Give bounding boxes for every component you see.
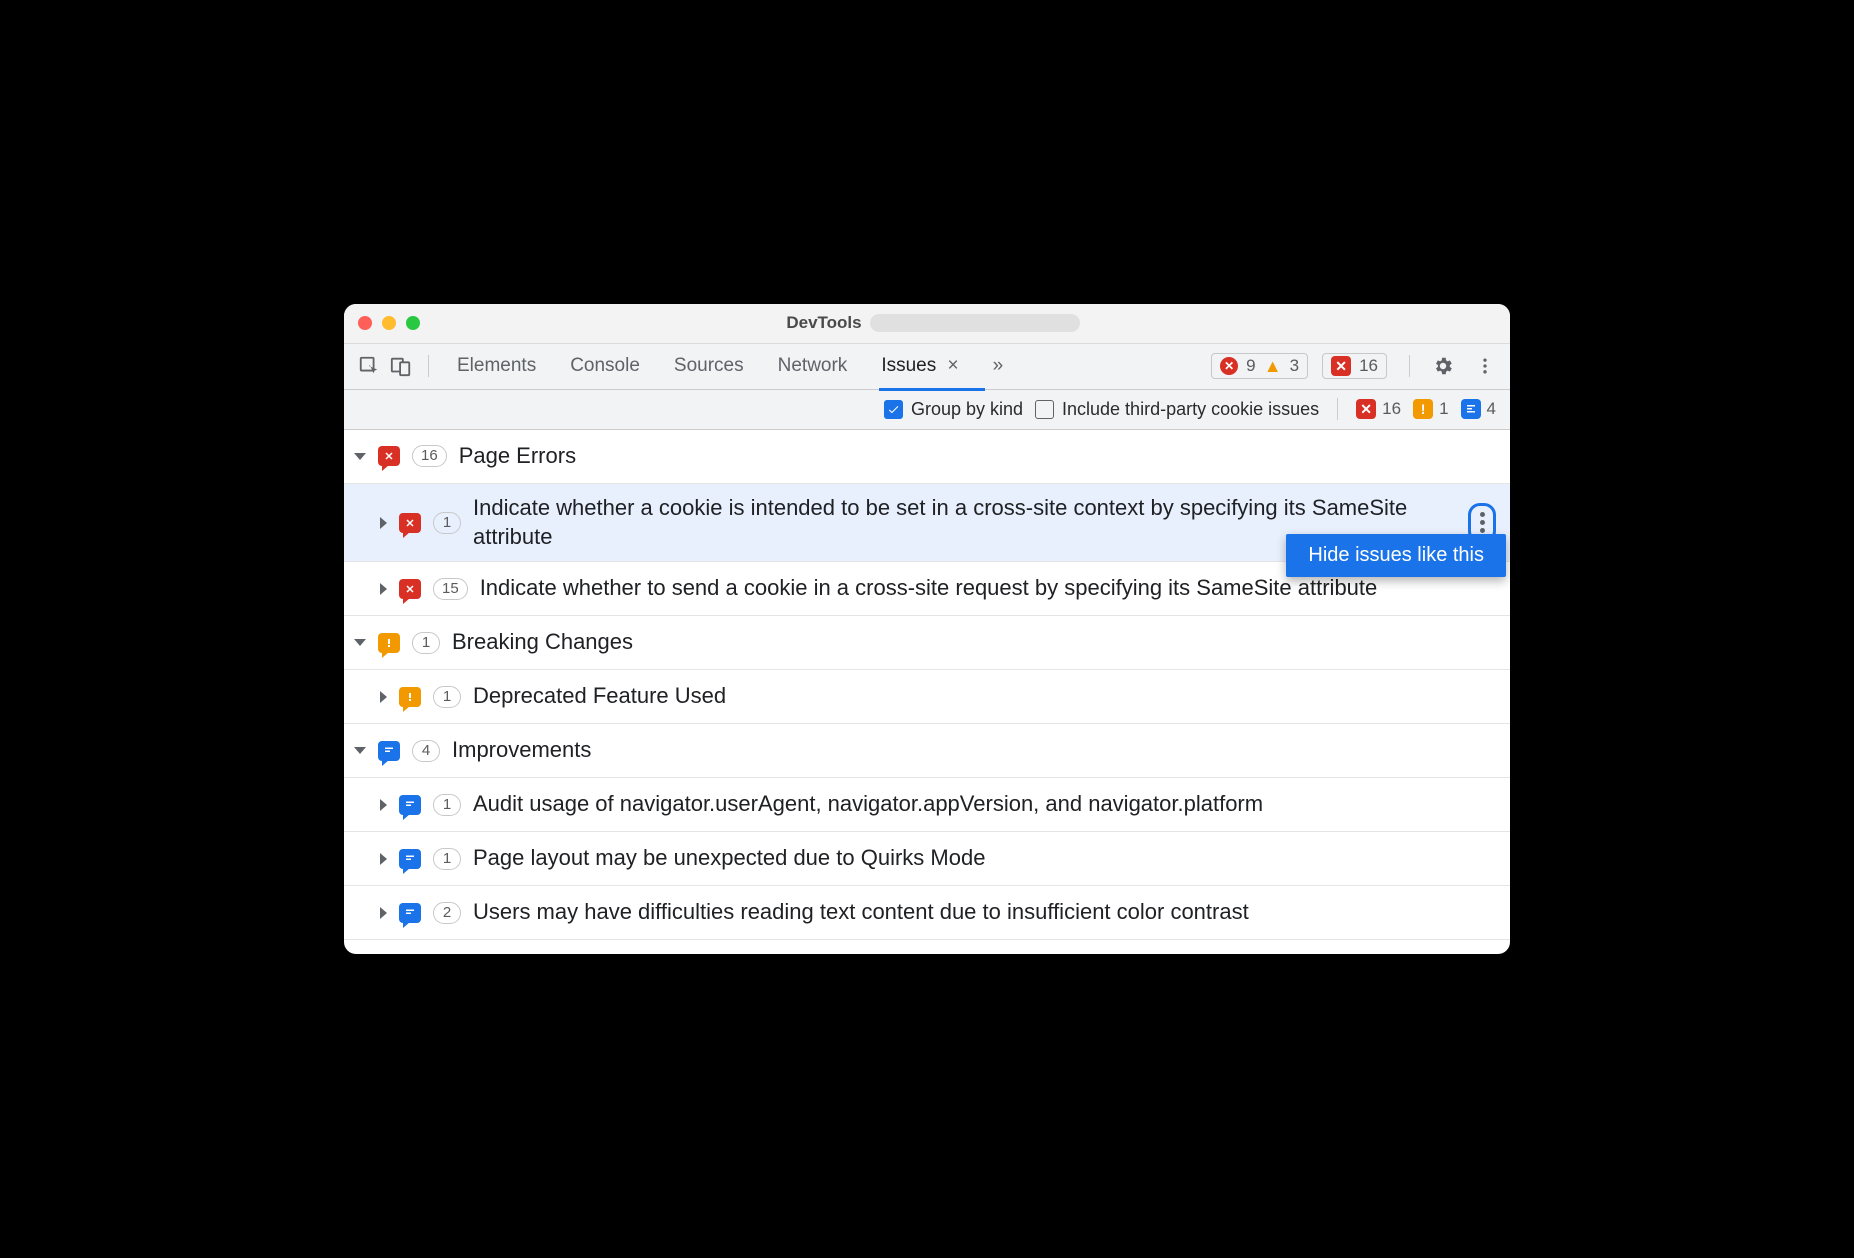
issue-title: Audit usage of navigator.userAgent, navi…: [473, 790, 1496, 819]
group-count: 4: [412, 740, 440, 762]
issue-count: 1: [433, 512, 461, 534]
issue-count: 1: [433, 848, 461, 870]
window-subtitle-redacted: [870, 314, 1080, 332]
chevron-right-icon[interactable]: [380, 691, 387, 703]
tab-issues-label: Issues: [881, 355, 936, 376]
filter-count-warnings[interactable]: ! 1: [1413, 399, 1448, 419]
more-tabs-icon[interactable]: »: [993, 355, 1004, 377]
issue-item[interactable]: 2 Users may have difficulties reading te…: [344, 886, 1510, 940]
devtools-window: DevTools Elements Console Sources Networ…: [344, 304, 1510, 954]
inspect-element-icon[interactable]: [356, 353, 382, 379]
tab-issues[interactable]: Issues ×: [881, 345, 958, 387]
info-icon: [1461, 399, 1481, 419]
warning-icon: ▲: [1264, 357, 1282, 375]
filter-error-count: 16: [1382, 399, 1401, 419]
issue-item[interactable]: 1 Deprecated Feature Used: [344, 670, 1510, 724]
issues-filterbar: Group by kind Include third-party cookie…: [344, 390, 1510, 430]
chevron-right-icon[interactable]: [380, 853, 387, 865]
issues-list: 16 Page Errors 1 Indicate whether a cook…: [344, 430, 1510, 940]
traffic-lights: [358, 316, 420, 330]
issue-item[interactable]: 1 Audit usage of navigator.userAgent, na…: [344, 778, 1510, 832]
chevron-right-icon[interactable]: [380, 799, 387, 811]
settings-icon[interactable]: [1430, 353, 1456, 379]
warning-icon: !: [1413, 399, 1433, 419]
separator: [1337, 398, 1338, 420]
include-third-party-label: Include third-party cookie issues: [1062, 399, 1319, 420]
error-count: 9: [1246, 356, 1255, 376]
issue-title: Users may have difficulties reading text…: [473, 898, 1496, 927]
more-menu-icon[interactable]: [1472, 353, 1498, 379]
info-bubble-icon: [399, 849, 421, 869]
issue-title: Page layout may be unexpected due to Qui…: [473, 844, 1496, 873]
warning-count: 3: [1290, 356, 1299, 376]
close-tab-icon[interactable]: ×: [948, 355, 959, 376]
include-third-party-checkbox[interactable]: Include third-party cookie issues: [1035, 399, 1319, 420]
zoom-window-button[interactable]: [406, 316, 420, 330]
chevron-down-icon[interactable]: [354, 639, 366, 646]
hide-issues-popup[interactable]: Hide issues like this: [1286, 534, 1506, 577]
error-bubble-icon: [378, 446, 400, 466]
group-page-errors[interactable]: 16 Page Errors: [344, 430, 1510, 484]
error-bubble-icon: [399, 513, 421, 533]
issue-item[interactable]: 1 Indicate whether a cookie is intended …: [344, 484, 1510, 562]
info-bubble-icon: [378, 741, 400, 761]
filter-info-count: 4: [1487, 399, 1496, 419]
panel-tabs: Elements Console Sources Network Issues …: [457, 345, 959, 387]
console-status[interactable]: ✕ 9 ▲ 3: [1211, 353, 1308, 379]
device-toggle-icon[interactable]: [388, 353, 414, 379]
minimize-window-button[interactable]: [382, 316, 396, 330]
devtools-toolbar: Elements Console Sources Network Issues …: [344, 344, 1510, 390]
info-bubble-icon: [399, 795, 421, 815]
chevron-down-icon[interactable]: [354, 747, 366, 754]
error-icon: ✕: [1331, 356, 1351, 376]
group-count: 1: [412, 632, 440, 654]
chevron-down-icon[interactable]: [354, 453, 366, 460]
issue-item[interactable]: 1 Page layout may be unexpected due to Q…: [344, 832, 1510, 886]
warning-bubble-icon: [378, 633, 400, 653]
close-window-button[interactable]: [358, 316, 372, 330]
group-title: Page Errors: [459, 442, 1496, 471]
filter-count-info[interactable]: 4: [1461, 399, 1496, 419]
error-icon: ✕: [1220, 357, 1238, 375]
separator: [428, 355, 429, 377]
issues-error-count: 16: [1359, 356, 1378, 376]
separator: [1409, 355, 1410, 377]
issue-count: 15: [433, 578, 468, 600]
warning-bubble-icon: [399, 687, 421, 707]
window-title: DevTools: [786, 313, 861, 333]
checkbox-unchecked-icon: [1035, 400, 1054, 419]
issues-status[interactable]: ✕ 16: [1322, 353, 1387, 379]
filter-count-errors[interactable]: ✕ 16: [1356, 399, 1401, 419]
group-by-kind-checkbox[interactable]: Group by kind: [884, 399, 1023, 420]
group-count: 16: [412, 445, 447, 467]
issue-count: 1: [433, 794, 461, 816]
info-bubble-icon: [399, 903, 421, 923]
checkbox-checked-icon: [884, 400, 903, 419]
group-title: Breaking Changes: [452, 628, 1496, 657]
group-by-kind-label: Group by kind: [911, 399, 1023, 420]
issue-title: Indicate whether to send a cookie in a c…: [480, 574, 1496, 603]
error-icon: ✕: [1356, 399, 1376, 419]
error-bubble-icon: [399, 579, 421, 599]
group-title: Improvements: [452, 736, 1496, 765]
issue-count: 2: [433, 902, 461, 924]
tab-console[interactable]: Console: [570, 345, 640, 387]
issue-count: 1: [433, 686, 461, 708]
group-breaking-changes[interactable]: 1 Breaking Changes: [344, 616, 1510, 670]
tab-elements[interactable]: Elements: [457, 345, 536, 387]
group-improvements[interactable]: 4 Improvements: [344, 724, 1510, 778]
chevron-right-icon[interactable]: [380, 907, 387, 919]
titlebar: DevTools: [344, 304, 1510, 344]
tab-sources[interactable]: Sources: [674, 345, 744, 387]
chevron-right-icon[interactable]: [380, 517, 387, 529]
issue-title: Deprecated Feature Used: [473, 682, 1496, 711]
chevron-right-icon[interactable]: [380, 583, 387, 595]
tab-network[interactable]: Network: [778, 345, 848, 387]
filter-warning-count: 1: [1439, 399, 1448, 419]
